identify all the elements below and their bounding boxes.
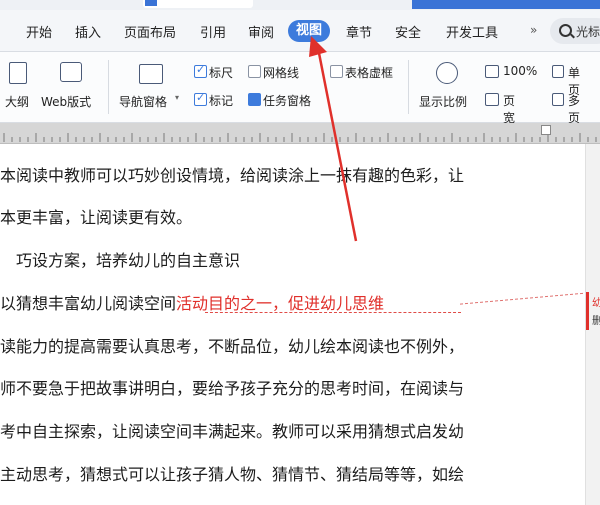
navigation-pane-button[interactable]: 导航窗格 ▾ bbox=[117, 60, 183, 115]
menu-developer-tools[interactable]: 开发工具 bbox=[446, 22, 498, 41]
ribbon-divider bbox=[408, 60, 409, 114]
marks-checkbox-label: 标记 bbox=[209, 94, 234, 108]
search-icon bbox=[559, 24, 572, 37]
menu-bar: 开始 插入 页面布局 引用 审阅 视图 章节 安全 开发工具 » 光标 bbox=[0, 10, 600, 52]
gridlines-checkbox-label: 网格线 bbox=[263, 66, 300, 80]
document-page[interactable]: 本阅读中教师可以巧妙创设情境，给阅读涂上一抹有趣的色彩，让 本更丰富，让阅读更有… bbox=[0, 144, 585, 505]
menu-references[interactable]: 引用 bbox=[200, 22, 226, 41]
chevron-double-right-icon[interactable]: » bbox=[530, 23, 537, 37]
page-width-icon bbox=[485, 93, 499, 106]
document-line-text: 以猜想丰富幼儿阅读空间 bbox=[0, 294, 177, 313]
comment-underline bbox=[205, 311, 461, 313]
document-tab[interactable] bbox=[143, 0, 253, 8]
gridlines-checkbox-box bbox=[248, 65, 261, 78]
horizontal-ruler[interactable] bbox=[0, 123, 600, 144]
menu-security[interactable]: 安全 bbox=[395, 22, 421, 41]
navigation-pane-icon bbox=[139, 64, 163, 84]
one-page-icon bbox=[552, 65, 564, 78]
page-width-label: 页宽 bbox=[503, 94, 516, 125]
comment-pane[interactable]: 幼 删 bbox=[585, 144, 600, 505]
zoom-display-button[interactable]: 显示比例 bbox=[418, 60, 476, 115]
ruler-checkbox-label: 标尺 bbox=[209, 66, 234, 80]
ribbon-divider bbox=[108, 60, 109, 114]
search-label: 光标 bbox=[576, 25, 600, 39]
document-icon bbox=[145, 0, 157, 6]
dropdown-arrow-icon: ▾ bbox=[175, 93, 180, 102]
zoom-100-icon bbox=[485, 65, 499, 78]
document-line: 读能力的提高需要认真思考，不断品位，幼儿绘本阅读也不例外， bbox=[0, 337, 465, 356]
web-layout-label: Web版式 bbox=[41, 95, 92, 109]
menu-page-layout[interactable]: 页面布局 bbox=[124, 22, 176, 41]
menu-home[interactable]: 开始 bbox=[26, 22, 52, 41]
web-layout-button[interactable]: Web版式 bbox=[40, 60, 102, 115]
title-bar-accent bbox=[412, 0, 600, 9]
title-bar-strip bbox=[0, 0, 600, 10]
multi-page-label: 多页 bbox=[568, 94, 581, 125]
outline-icon bbox=[9, 62, 27, 84]
menu-view[interactable]: 视图 bbox=[288, 20, 331, 42]
document-line: 主动思考，猜想式可以让孩子猜人物、猜情节、猜结局等等，如绘 bbox=[0, 465, 465, 484]
zoom-icon bbox=[436, 62, 458, 84]
menu-chapter[interactable]: 章节 bbox=[346, 22, 372, 41]
comment-pane-text: 幼 bbox=[592, 298, 600, 309]
multi-page-icon bbox=[552, 93, 564, 106]
document-line: 本阅读中教师可以巧妙创设情境，给阅读涂上一抹有趣的色彩，让 bbox=[0, 166, 465, 185]
document-line: 师不要急于把故事讲明白，要给予孩子充分的思考时间，在阅读与 bbox=[0, 379, 465, 398]
task-pane-checkbox-box bbox=[248, 91, 261, 106]
document-line: 巧设方案，培养幼儿的自主意识 bbox=[0, 251, 241, 270]
outline-label: 大纲 bbox=[5, 95, 30, 109]
task-pane-checkbox-label: 任务窗格 bbox=[263, 94, 312, 108]
marks-checkbox-box bbox=[194, 91, 207, 106]
globe-icon bbox=[60, 62, 82, 82]
menu-review[interactable]: 审阅 bbox=[248, 22, 274, 41]
ruler-checkbox-box bbox=[194, 63, 207, 78]
zoom-100-label: 100% bbox=[503, 64, 538, 78]
table-gridlines-checkbox-label: 表格虚框 bbox=[345, 66, 394, 80]
comment-marker bbox=[586, 292, 589, 330]
document-line: 本更丰富，让阅读更有效。 bbox=[0, 208, 193, 227]
ruler-indent-marker[interactable] bbox=[541, 125, 551, 135]
table-gridlines-checkbox-box bbox=[330, 65, 343, 78]
document-line: 考中自主探索，让阅读空间丰满起来。教师可以采用猜想式启发幼 bbox=[0, 422, 465, 441]
ruler-ticks bbox=[3, 133, 597, 142]
search-box[interactable]: 光标 bbox=[550, 18, 600, 44]
navigation-pane-label: 导航窗格 bbox=[119, 95, 168, 109]
outline-button[interactable]: 大纲 bbox=[3, 60, 33, 115]
view-ribbon: 大纲 Web版式 导航窗格 ▾ 标尺 网格线 表格虚框 标记 任务窗格 显示比例… bbox=[0, 52, 600, 125]
zoom-display-label: 显示比例 bbox=[419, 95, 468, 109]
menu-insert[interactable]: 插入 bbox=[75, 22, 101, 41]
comment-delete-text[interactable]: 删 bbox=[592, 312, 600, 327]
